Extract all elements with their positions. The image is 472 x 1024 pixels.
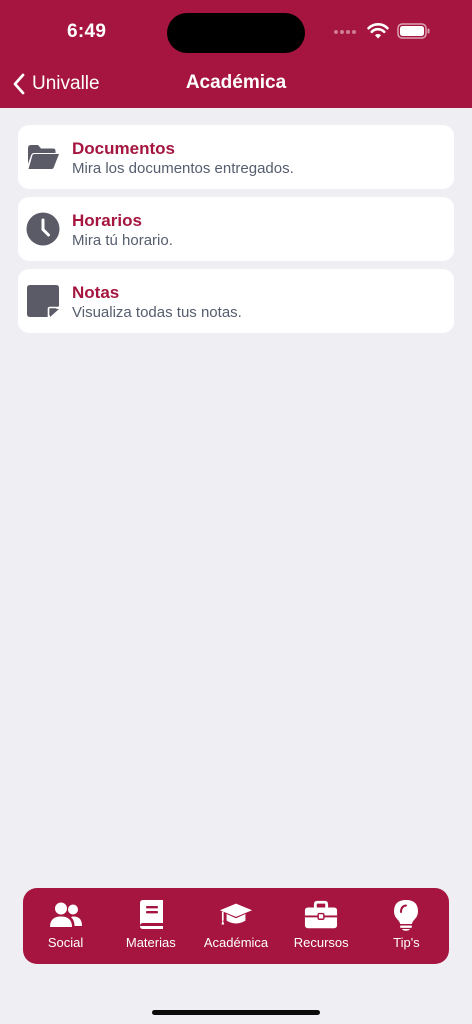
status-time: 6:49 <box>67 21 107 42</box>
academic-menu-list: Documentos Mira los documentos entregado… <box>18 125 454 341</box>
sticky-note-icon <box>27 285 59 317</box>
menu-item-horarios[interactable]: Horarios Mira tú horario. <box>18 197 454 261</box>
menu-item-documentos[interactable]: Documentos Mira los documentos entregado… <box>18 125 454 189</box>
menu-item-subtitle: Mira tú horario. <box>72 232 173 249</box>
tab-tips[interactable]: Tip's <box>364 888 449 964</box>
briefcase-icon <box>304 899 338 931</box>
folder-icon <box>28 145 59 169</box>
menu-item-title: Documentos <box>72 139 175 158</box>
graduation-cap-icon <box>219 899 253 931</box>
header-bar: 6:49 Univalle Académica <box>0 0 472 108</box>
menu-item-notas[interactable]: Notas Visualiza todas tus notas. <box>18 269 454 333</box>
menu-item-subtitle: Visualiza todas tus notas. <box>72 304 242 321</box>
page-title: Académica <box>185 72 287 93</box>
menu-item-subtitle: Mira los documentos entregados. <box>72 160 294 177</box>
menu-item-title: Horarios <box>72 211 142 230</box>
home-indicator[interactable] <box>152 1010 320 1015</box>
tab-recursos[interactable]: Recursos <box>279 888 364 964</box>
users-icon <box>49 899 83 931</box>
tab-label: Materias <box>125 935 176 950</box>
tab-bar: Social Materias Académica Recursos Tip's <box>23 888 449 964</box>
tab-label: Académica <box>203 935 269 950</box>
lightbulb-icon <box>389 899 423 931</box>
dynamic-island <box>167 13 305 53</box>
menu-item-title: Notas <box>72 283 120 302</box>
tab-academica[interactable]: Académica <box>193 888 278 964</box>
clock-icon <box>26 212 60 246</box>
tab-social[interactable]: Social <box>23 888 108 964</box>
tab-materias[interactable]: Materias <box>108 888 193 964</box>
battery-icon <box>397 23 430 39</box>
tab-label: Tip's <box>393 935 420 950</box>
tab-label: Recursos <box>293 935 349 950</box>
wifi-icon <box>367 23 389 39</box>
book-icon <box>134 899 168 931</box>
tab-label: Social <box>47 935 84 950</box>
cellular-signal-icon <box>334 30 356 34</box>
